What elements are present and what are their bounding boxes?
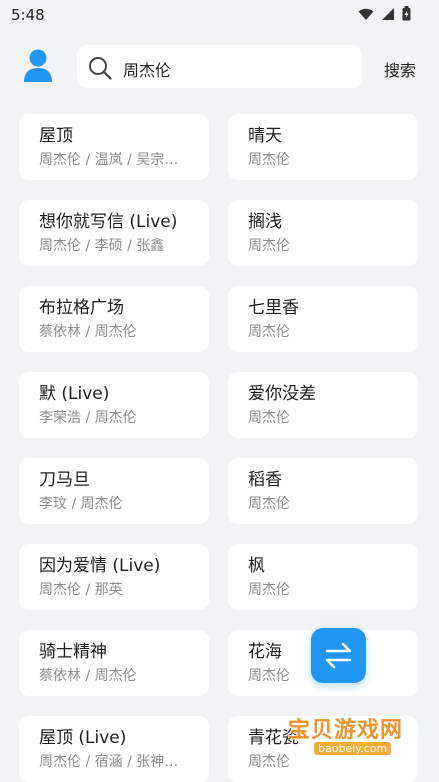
- song-title: 爱你没差: [248, 384, 316, 404]
- song-artist: 周杰伦: [248, 496, 290, 512]
- song-artist: 周杰伦: [248, 238, 290, 254]
- song-card[interactable]: 屋顶 周杰伦 / 温岚 / 吴宗…: [19, 114, 209, 180]
- song-artist: 蔡依林 / 周杰伦: [39, 324, 137, 340]
- song-card[interactable]: 爱你没差 周杰伦: [228, 372, 418, 438]
- song-card[interactable]: 布拉格广场 蔡依林 / 周杰伦: [19, 286, 209, 352]
- song-artist: 周杰伦 / 宿涵 / 张神…: [39, 754, 179, 770]
- switch-button[interactable]: [311, 628, 366, 683]
- song-grid: 屋顶 周杰伦 / 温岚 / 吴宗… 晴天 周杰伦 想你就写信 (Live) 周杰…: [19, 114, 420, 782]
- song-artist: 周杰伦 / 李硕 / 张鑫: [39, 238, 165, 254]
- song-title: 七里香: [248, 298, 299, 318]
- song-title: 屋顶: [39, 126, 73, 146]
- song-title: 晴天: [248, 126, 282, 146]
- song-card[interactable]: 骑士精神 蔡依林 / 周杰伦: [19, 630, 209, 696]
- song-title: 刀马旦: [39, 470, 90, 490]
- song-artist: 周杰伦 / 温岚 / 吴宗…: [39, 152, 179, 168]
- song-title: 默 (Live): [39, 384, 110, 404]
- song-title: 搁浅: [248, 212, 282, 232]
- search-input[interactable]: 周杰伦: [77, 45, 362, 88]
- swap-arrows-icon: [325, 642, 352, 669]
- song-artist: 周杰伦: [248, 582, 290, 598]
- song-card[interactable]: 搁浅 周杰伦: [228, 200, 418, 266]
- song-artist: 周杰伦: [248, 324, 290, 340]
- header: 周杰伦 搜索: [0, 40, 439, 96]
- song-title: 枫: [248, 556, 265, 576]
- song-title: 因为爱情 (Live): [39, 556, 161, 576]
- song-artist: 李荣浩 / 周杰伦: [39, 410, 137, 426]
- song-card[interactable]: 枫 周杰伦: [228, 544, 418, 610]
- song-card[interactable]: 刀马旦 李玟 / 周杰伦: [19, 458, 209, 524]
- song-title: 青花瓷: [248, 728, 299, 748]
- song-card[interactable]: 屋顶 (Live) 周杰伦 / 宿涵 / 张神…: [19, 716, 209, 782]
- battery-icon: [402, 6, 411, 25]
- wifi-icon: [358, 6, 374, 25]
- song-card[interactable]: 默 (Live) 李荣浩 / 周杰伦: [19, 372, 209, 438]
- song-artist: 周杰伦: [248, 410, 290, 426]
- status-bar: 5:48: [0, 0, 439, 30]
- song-card[interactable]: 晴天 周杰伦: [228, 114, 418, 180]
- user-icon[interactable]: [22, 48, 54, 84]
- song-card[interactable]: 想你就写信 (Live) 周杰伦 / 李硕 / 张鑫: [19, 200, 209, 266]
- song-card[interactable]: 稻香 周杰伦: [228, 458, 418, 524]
- song-title: 想你就写信 (Live): [39, 212, 178, 232]
- status-time: 5:48: [11, 6, 45, 24]
- song-artist: 周杰伦 / 那英: [39, 582, 123, 598]
- song-artist: 李玟 / 周杰伦: [39, 496, 123, 512]
- song-card[interactable]: 青花瓷 周杰伦: [228, 716, 418, 782]
- song-title: 布拉格广场: [39, 298, 124, 318]
- search-icon: [87, 55, 113, 85]
- song-title: 骑士精神: [39, 642, 107, 662]
- signal-icon: [381, 6, 395, 25]
- song-card[interactable]: 七里香 周杰伦: [228, 286, 418, 352]
- search-button[interactable]: 搜索: [384, 57, 416, 81]
- song-card[interactable]: 因为爱情 (Live) 周杰伦 / 那英: [19, 544, 209, 610]
- status-icons: [358, 6, 411, 25]
- song-title: 稻香: [248, 470, 282, 490]
- search-query[interactable]: 周杰伦: [123, 57, 171, 81]
- song-title: 屋顶 (Live): [39, 728, 127, 748]
- song-artist: 周杰伦: [248, 754, 290, 770]
- song-artist: 蔡依林 / 周杰伦: [39, 668, 137, 684]
- song-artist: 周杰伦: [248, 152, 290, 168]
